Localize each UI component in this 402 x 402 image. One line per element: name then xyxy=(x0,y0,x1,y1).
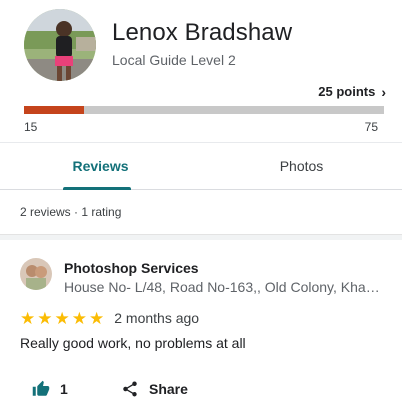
tab-photos-label: Photos xyxy=(279,158,324,174)
tab-reviews-label: Reviews xyxy=(72,158,129,174)
profile-tabs: Reviews Photos xyxy=(0,142,402,190)
review-text: Really good work, no problems at all xyxy=(20,335,246,351)
star-icon: ★ xyxy=(71,308,87,328)
reviewer-photo xyxy=(20,258,52,290)
star-icon: ★ xyxy=(37,308,53,328)
star-icon: ★ xyxy=(54,308,70,328)
thumb-up-icon xyxy=(32,380,50,396)
share-icon xyxy=(123,381,137,397)
profile-name: Lenox Bradshaw xyxy=(112,19,293,46)
share-button[interactable]: Share xyxy=(121,380,188,398)
like-count: 1 xyxy=(60,381,68,397)
review-time: 2 months ago xyxy=(114,310,200,326)
share-label: Share xyxy=(149,381,188,397)
level-progress-bar xyxy=(24,106,384,114)
like-button[interactable]: 1 xyxy=(32,380,68,398)
section-divider xyxy=(0,234,402,240)
chevron-right-icon: › xyxy=(381,83,386,100)
review-place-address: House No- L/48, Road No-163,, Old Colony… xyxy=(64,279,382,295)
review-place-avatar[interactable] xyxy=(20,258,52,290)
review-place-name[interactable]: Photoshop Services xyxy=(64,260,199,276)
active-tab-indicator xyxy=(63,187,131,190)
tab-reviews[interactable]: Reviews xyxy=(0,143,201,190)
points-label: 25 points xyxy=(318,84,376,99)
points-link[interactable]: 25 points › xyxy=(318,84,386,99)
profile-photo xyxy=(24,9,96,81)
progress-max-label: 75 xyxy=(364,120,378,134)
review-rating-row: ★ ★ ★ ★ ★ 2 months ago xyxy=(20,309,199,327)
review-summary: 2 reviews · 1 rating xyxy=(20,205,122,219)
tab-photos[interactable]: Photos xyxy=(201,143,402,189)
profile-avatar[interactable] xyxy=(24,9,96,81)
star-icon: ★ xyxy=(20,308,36,328)
star-icon: ★ xyxy=(89,308,105,328)
progress-min-label: 15 xyxy=(24,120,38,134)
level-progress-fill xyxy=(24,106,84,114)
local-guide-level: Local Guide Level 2 xyxy=(112,52,236,68)
